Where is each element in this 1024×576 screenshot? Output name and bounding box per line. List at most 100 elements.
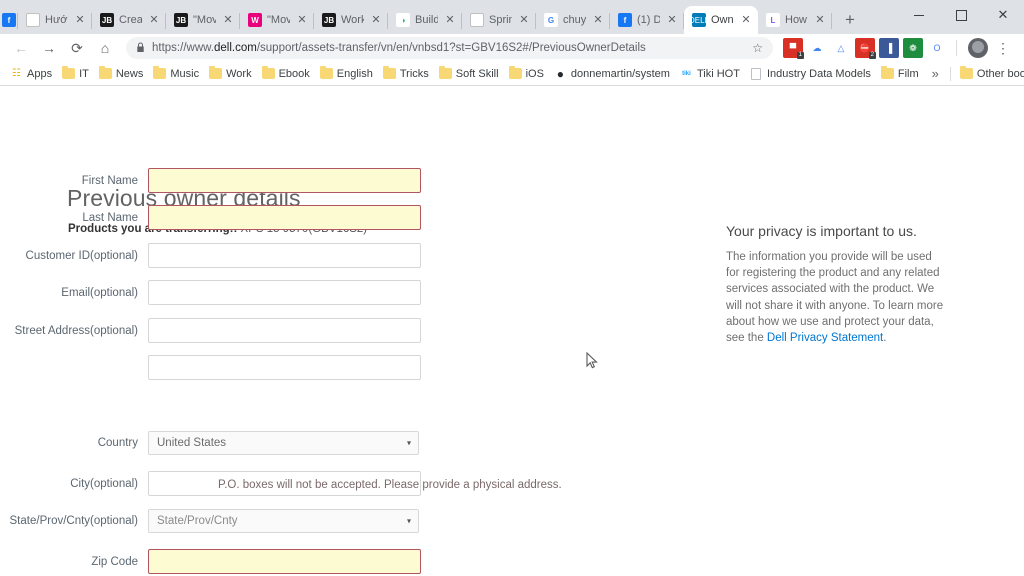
input-street-address-optional[interactable]	[148, 318, 421, 343]
bookmark-label: donnemartin/system	[570, 67, 670, 80]
tab-close-icon[interactable]: ✕	[591, 13, 605, 27]
field-label: Street Address(optional)	[14, 324, 138, 337]
jetbrains-icon: JB	[322, 13, 336, 27]
tab-close-icon[interactable]: ✕	[147, 13, 161, 27]
bookmark-item[interactable]: Ebook	[258, 65, 316, 82]
input-zip-code[interactable]	[148, 549, 421, 574]
tab[interactable]: JB "Move ✕	[166, 6, 240, 34]
bookmark-item[interactable]: ☷ Apps	[6, 65, 58, 82]
tab-close-icon[interactable]: ✕	[517, 13, 531, 27]
form-row	[0, 355, 421, 380]
form-row: First Name	[0, 168, 421, 193]
bookmarks-divider	[949, 66, 951, 81]
page-content: Previous owner details Products you are …	[0, 86, 1024, 576]
bookmark-item[interactable]: IT	[58, 65, 95, 82]
maximize-button[interactable]	[940, 0, 982, 30]
tab-title: Hướng	[45, 14, 68, 26]
tab[interactable]: JB Creati ✕	[92, 6, 166, 34]
jetbrains-icon: JB	[100, 13, 114, 27]
bookmark-item[interactable]: Work	[205, 65, 257, 82]
tab[interactable]: Hướng ✕	[18, 6, 92, 34]
adblock-plus-extension-icon[interactable]: ⛔ 2	[855, 38, 876, 59]
webstorm-icon: W	[248, 13, 262, 27]
input-first-name[interactable]	[148, 168, 421, 193]
privacy-body-before: The information you provide will be used…	[726, 251, 944, 345]
bookmark-label: News	[115, 67, 144, 80]
adblock-extension-icon[interactable]: ▀ 1	[783, 38, 804, 59]
reload-icon[interactable]: ⟳	[64, 35, 90, 61]
chrome-menu-icon[interactable]: ⋮	[990, 35, 1016, 61]
tab[interactable]: f	[0, 6, 18, 34]
profile-avatar[interactable]	[968, 38, 988, 58]
new-tab-button[interactable]: +	[836, 6, 864, 34]
input-email-optional[interactable]	[148, 280, 421, 305]
tab-close-icon[interactable]: ✕	[221, 13, 235, 27]
input-customer-id-optional[interactable]	[148, 243, 421, 268]
globe-extension-icon[interactable]: ❁	[903, 38, 923, 58]
tab-title: Creati	[119, 14, 142, 26]
tab[interactable]: JB Workin ✕	[314, 6, 388, 34]
bookmarks-overflow-button[interactable]: »	[926, 66, 945, 81]
tab-active[interactable]: DELL Owner ✕	[684, 6, 758, 34]
bookmark-item[interactable]: Soft Skill	[435, 65, 505, 82]
bookmark-item[interactable]: iOS	[505, 65, 550, 82]
back-icon[interactable]: ←	[8, 35, 34, 61]
tab[interactable]: L How t ✕	[758, 6, 832, 34]
folder-icon	[209, 66, 223, 80]
other-bookmarks-folder[interactable]: Other bookmar	[956, 65, 1024, 82]
address-bar[interactable]: https://www.dell.com/support/assets-tran…	[126, 37, 773, 59]
tab[interactable]: Spring ✕	[462, 6, 536, 34]
analytics-extension-icon[interactable]: ▐	[879, 38, 899, 58]
tab-title: "Move	[193, 14, 216, 26]
tab[interactable]: ◑ Buildin ✕	[388, 6, 462, 34]
bookmark-item[interactable]: News	[95, 65, 150, 82]
bookmark-label: Tiki HOT	[696, 67, 740, 80]
bookmark-label: Ebook	[278, 67, 310, 80]
tab-title: Spring	[489, 14, 512, 26]
bookmark-item[interactable]: Film	[877, 65, 925, 82]
onedrive-extension-icon[interactable]: ☁	[807, 38, 827, 58]
tab-close-icon[interactable]: ✕	[73, 13, 87, 27]
bookmark-item[interactable]: ● donnemartin/system	[550, 65, 676, 82]
lock-icon	[136, 42, 145, 55]
tab-close-icon[interactable]: ✕	[443, 13, 457, 27]
opera-extension-icon[interactable]: O	[927, 38, 947, 58]
facebook-icon: f	[618, 13, 632, 27]
privacy-body-after: .	[883, 332, 887, 345]
tab[interactable]: f (1) De ✕	[610, 6, 684, 34]
tab-close-icon[interactable]: ✕	[295, 13, 309, 27]
tab-title: chuyể	[563, 14, 586, 26]
google-drive-extension-icon[interactable]: △	[831, 38, 851, 58]
tab-close-icon[interactable]: ✕	[369, 13, 383, 27]
tab-close-icon[interactable]: ✕	[813, 13, 827, 27]
select-country[interactable]: United States ▾	[148, 431, 419, 455]
tab-close-icon[interactable]: ✕	[739, 13, 753, 27]
tab[interactable]: W "Move ✕	[240, 6, 314, 34]
tab[interactable]: Gchuyể ✕	[536, 6, 610, 34]
bookmark-star-icon[interactable]: ☆	[752, 41, 763, 55]
form-row: Country United States ▾	[0, 431, 419, 455]
document-icon	[750, 67, 763, 80]
minimize-button[interactable]	[898, 0, 940, 30]
bookmark-item[interactable]: Industry Data Models	[746, 65, 877, 82]
form-row: Last Name	[0, 205, 421, 230]
privacy-heading: Your privacy is important to us.	[726, 223, 917, 239]
select-state-prov-cnty-optional[interactable]: State/Prov/Cnty ▾	[148, 509, 419, 533]
input-address-line-2[interactable]	[148, 355, 421, 380]
close-button[interactable]: ✕	[982, 0, 1024, 30]
privacy-panel: Your privacy is important to us. The inf…	[726, 223, 944, 346]
field-label: State/Prov/Cnty(optional)	[9, 515, 138, 527]
folder-icon	[98, 66, 112, 80]
tab-title: (1) De	[637, 14, 660, 26]
bookmark-item[interactable]: Music	[149, 65, 205, 82]
input-last-name[interactable]	[148, 205, 421, 230]
bookmark-item[interactable]: Tricks	[379, 65, 435, 82]
tab-close-icon[interactable]: ✕	[665, 13, 679, 27]
bookmark-item[interactable]: tiki Tiki HOT	[676, 65, 746, 82]
bookmark-label: Work	[226, 67, 252, 80]
home-icon[interactable]: ⌂	[92, 35, 118, 61]
bookmark-item[interactable]: English	[316, 65, 379, 82]
forward-icon[interactable]: →	[36, 35, 62, 61]
form-row: Email(optional)	[0, 280, 421, 305]
dell-privacy-statement-link[interactable]: Dell Privacy Statement	[767, 332, 883, 344]
